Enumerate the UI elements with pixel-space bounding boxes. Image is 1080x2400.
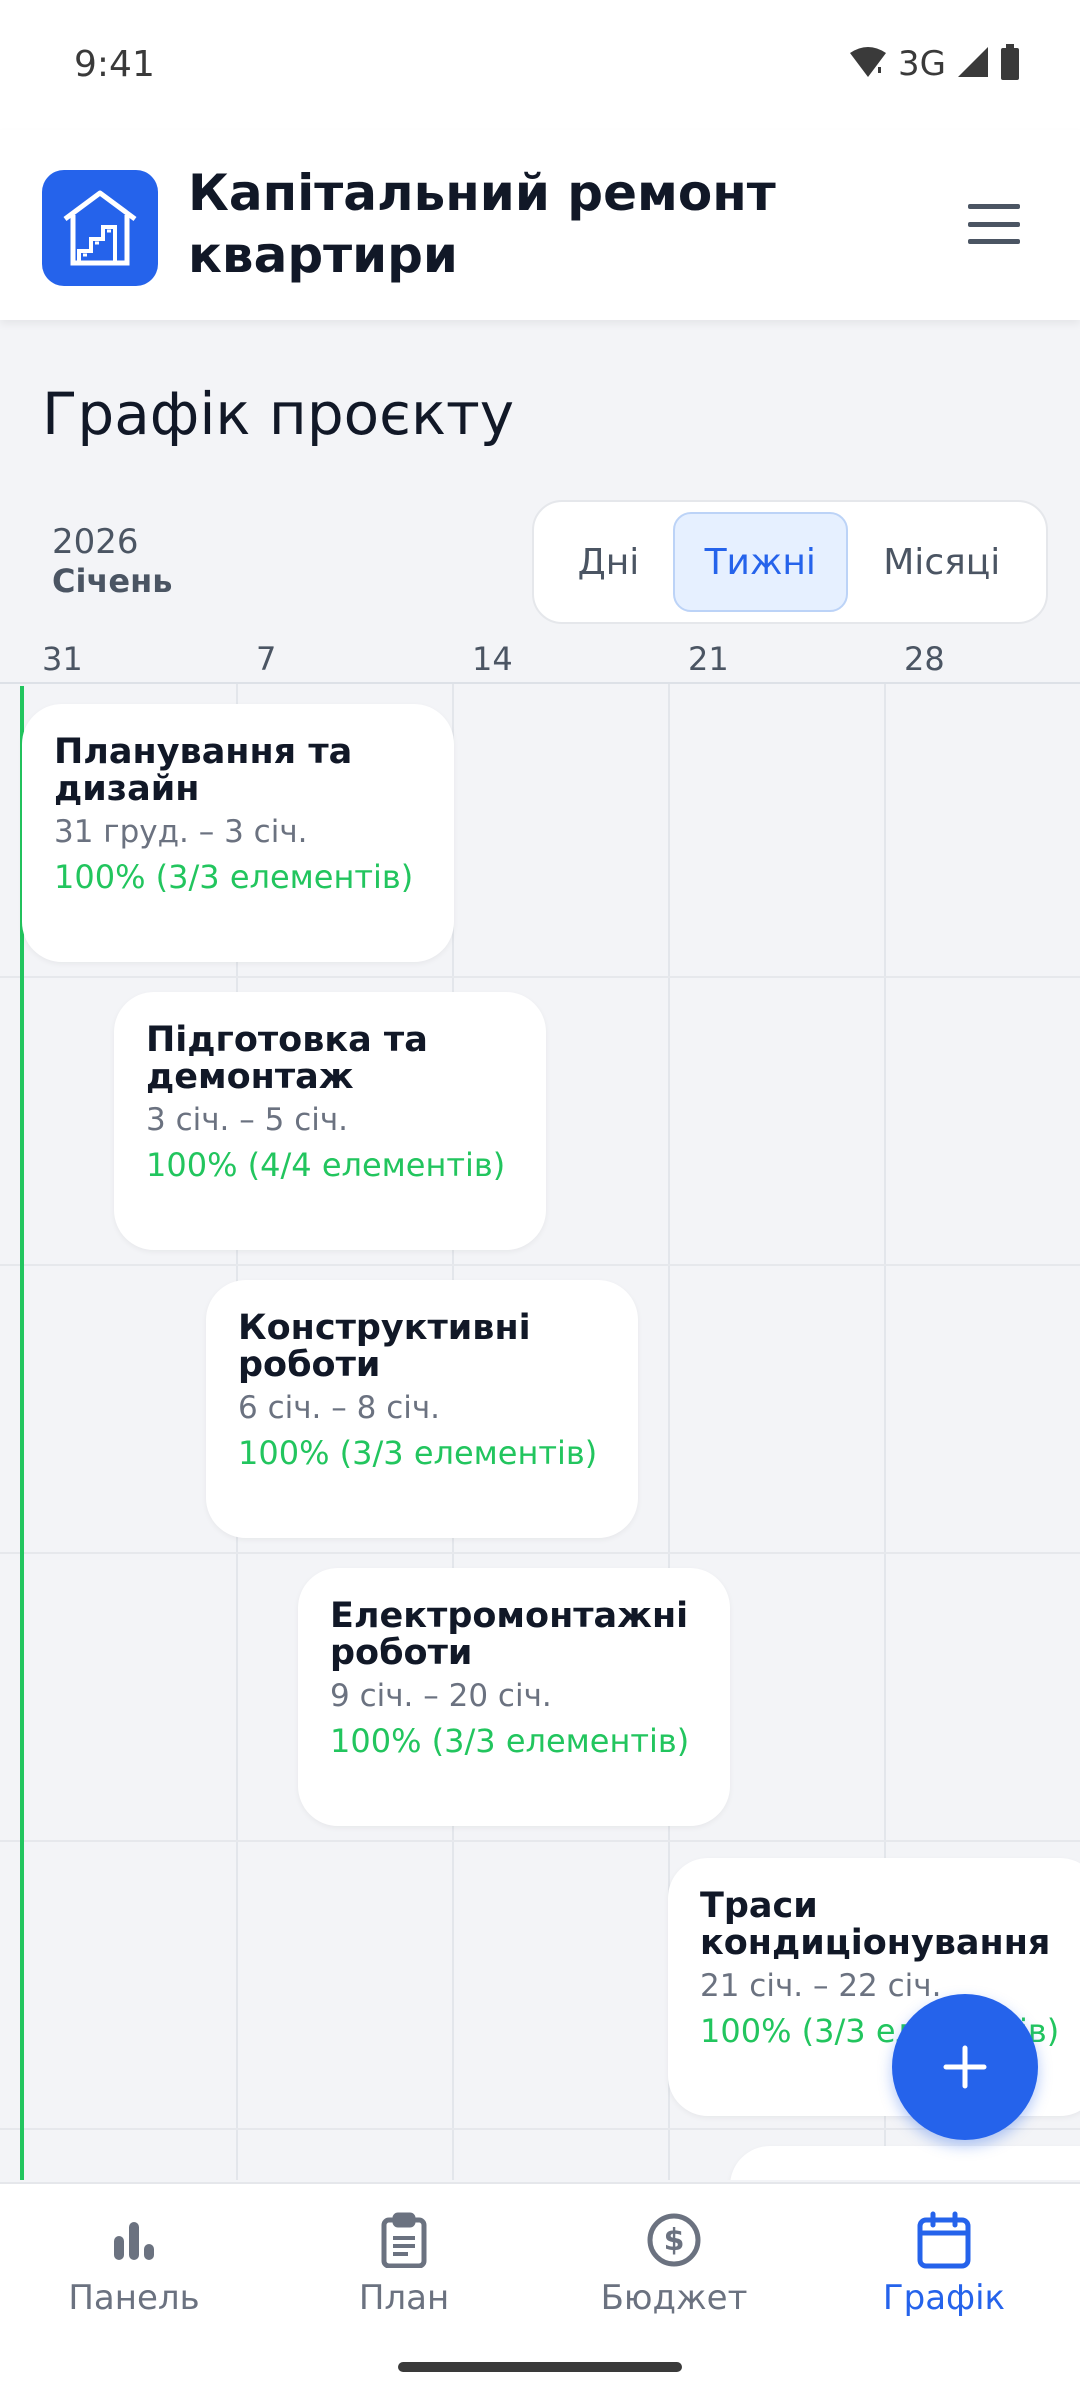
row-gridline xyxy=(0,1552,1080,1554)
nav-label: Графік xyxy=(882,2278,1006,2318)
task-name: Траси кондиціонування xyxy=(700,1886,1051,1963)
week-label: 31 xyxy=(42,640,83,678)
row-gridline xyxy=(0,976,1080,978)
week-label: 28 xyxy=(904,640,945,678)
nav-label: План xyxy=(358,2278,450,2318)
view-months-button[interactable]: Місяці xyxy=(848,512,1036,612)
svg-text:$: $ xyxy=(664,2223,685,2258)
task-name: Планування та дизайн xyxy=(54,732,353,809)
nav-dashboard[interactable]: Панель xyxy=(34,2208,234,2318)
task-progress: 100% (3/3 елементів) xyxy=(54,858,414,896)
app-title: Капітальний ремонт квартири xyxy=(188,164,776,284)
task-dates: 6 січ. – 8 січ. xyxy=(238,1390,441,1426)
task-card[interactable]: Конструктивні роботи 6 січ. – 8 січ. 100… xyxy=(206,1280,638,1538)
house-stairs-icon xyxy=(63,190,137,266)
task-progress: 100% (3/3 елементів) xyxy=(238,1434,598,1472)
task-dates: 21 січ. – 22 січ. xyxy=(700,1968,942,2004)
nav-schedule[interactable]: Графік xyxy=(844,2208,1044,2318)
calendar-year: 2026 xyxy=(52,522,139,562)
task-dates: 31 груд. – 3 січ. xyxy=(54,814,308,850)
view-days-button[interactable]: Дні xyxy=(544,512,673,612)
battery-icon xyxy=(1000,44,1020,84)
dollar-circle-icon: $ xyxy=(642,2208,706,2272)
row-gridline xyxy=(0,2128,1080,2130)
network-type: 3G xyxy=(898,44,946,84)
task-dates: 9 січ. – 20 січ. xyxy=(330,1678,552,1714)
clipboard-icon xyxy=(372,2208,436,2272)
plus-icon xyxy=(943,2045,987,2089)
task-progress: 100% (3/3 елементів) xyxy=(330,1722,690,1760)
add-task-button[interactable] xyxy=(892,1994,1038,2140)
task-card[interactable]: Планування та дизайн 31 груд. – 3 січ. 1… xyxy=(22,704,454,962)
task-name: Електромонтажні роботи xyxy=(330,1596,689,1673)
task-card[interactable] xyxy=(730,2146,1080,2180)
status-bar: 9:41 3G xyxy=(0,0,1080,130)
task-card[interactable]: Підготовка та демонтаж 3 січ. – 5 січ. 1… xyxy=(114,992,546,1250)
wifi-icon xyxy=(848,45,888,83)
timeline-axis xyxy=(0,682,1080,684)
task-progress: 100% (4/4 елементів) xyxy=(146,1146,506,1184)
nav-label: Панель xyxy=(68,2278,200,2318)
bar-chart-icon xyxy=(102,2208,166,2272)
status-time: 9:41 xyxy=(74,44,155,85)
app-logo xyxy=(42,170,158,286)
menu-icon[interactable] xyxy=(968,204,1020,244)
task-name: Конструктивні роботи xyxy=(238,1308,531,1385)
cellular-signal-icon xyxy=(956,45,990,83)
week-label: 21 xyxy=(688,640,729,678)
task-name: Підготовка та демонтаж xyxy=(146,1020,428,1097)
gantt-timeline[interactable]: 31 7 14 21 28 Планування та дизайн 31 гр… xyxy=(0,620,1080,2180)
app-header: Капітальний ремонт квартири xyxy=(0,130,1080,320)
nav-label: Бюджет xyxy=(600,2278,748,2318)
nav-plan[interactable]: План xyxy=(304,2208,504,2318)
calendar-icon xyxy=(912,2208,976,2272)
gesture-bar xyxy=(398,2362,682,2372)
status-icons: 3G xyxy=(848,44,1020,84)
nav-budget[interactable]: $ Бюджет xyxy=(574,2208,774,2318)
view-weeks-button[interactable]: Тижні xyxy=(672,512,848,612)
row-gridline xyxy=(0,1264,1080,1266)
task-dates: 3 січ. – 5 січ. xyxy=(146,1102,349,1138)
row-gridline xyxy=(0,1840,1080,1842)
week-label: 14 xyxy=(472,640,513,678)
calendar-month: Січень xyxy=(52,562,173,600)
page-title: Графік проєкту xyxy=(42,380,515,448)
view-mode-selector: Дні Тижні Місяці xyxy=(532,500,1048,624)
week-label: 7 xyxy=(256,640,277,678)
task-card[interactable]: Електромонтажні роботи 9 січ. – 20 січ. … xyxy=(298,1568,730,1826)
